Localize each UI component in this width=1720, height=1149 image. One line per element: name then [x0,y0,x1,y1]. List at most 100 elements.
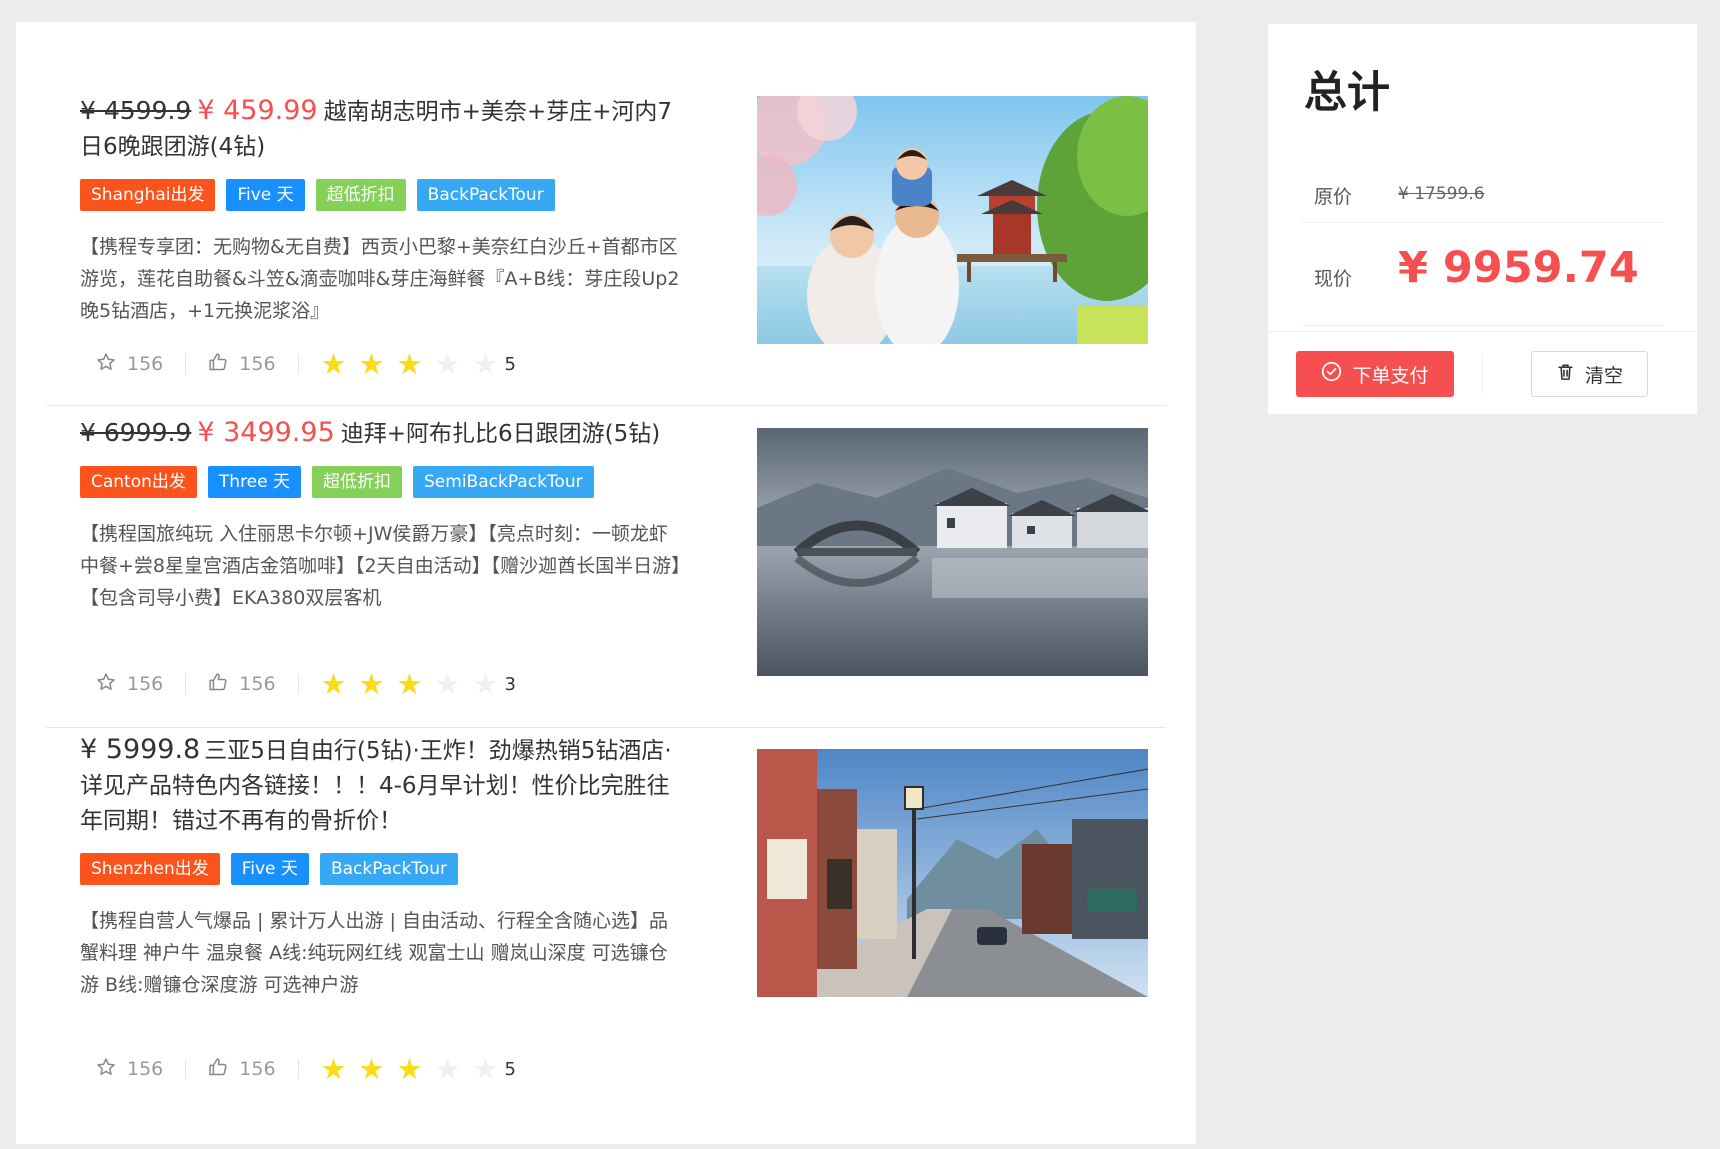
current-price-row: 现价 ¥ 9959.74 [1302,223,1664,326]
clear-button[interactable]: 清空 [1531,351,1648,397]
destination-photo[interactable] [757,96,1148,344]
like-action[interactable]: 156 [208,672,276,697]
old-price: ¥ 6999.9 [80,418,192,447]
star-empty-icon[interactable]: ★ [473,349,499,379]
star-empty-icon[interactable]: ★ [435,349,461,379]
tag-days: Five 天 [230,853,309,885]
item-actions: 156 156 ★ ★ ★ ★ ★ 5 [96,1054,516,1084]
original-price-label: 原价 [1314,186,1353,208]
star-empty-icon[interactable]: ★ [473,669,499,699]
tag-departure: Shenzhen出发 [80,853,220,885]
star-filled-icon[interactable]: ★ [397,669,423,699]
tag-tour-type: BackPackTour [416,179,555,211]
favorite-action[interactable]: 156 [96,1057,163,1082]
like-action[interactable]: 156 [208,352,276,377]
divider [297,354,299,374]
star-filled-icon[interactable]: ★ [359,669,385,699]
star-filled-icon[interactable]: ★ [321,1054,347,1084]
favorite-action[interactable]: 156 [96,352,163,377]
divider [1482,355,1483,393]
star-outline-icon [96,672,116,697]
star-empty-icon[interactable]: ★ [435,669,461,699]
star-outline-icon [96,352,116,377]
rating-label: 3 [504,673,516,695]
divider [297,1059,299,1079]
like-count: 156 [239,673,276,695]
star-empty-icon[interactable]: ★ [473,1054,499,1084]
item-actions: 156 156 ★ ★ ★ ★ ★ 5 [96,349,516,379]
tag-departure: Shanghai出发 [80,179,216,211]
star-rating[interactable]: ★ ★ ★ ★ ★ [321,1054,499,1084]
favorite-count: 156 [127,673,164,695]
current-price: ¥ 5999.8 [80,734,201,765]
tag-tour-type: BackPackTour [319,853,458,885]
star-filled-icon[interactable]: ★ [397,349,423,379]
item-title-line: ¥ 5999.8 三亚5日自由行(5钻)·王炸！劲爆热销5钻酒店·详见产品特色内各… [80,732,685,839]
current-price-label: 现价 [1314,268,1353,290]
tag-list: Shanghai出发 Five 天 超低折扣 BackPackTour [80,179,685,211]
pay-button-label: 下单支付 [1352,364,1429,387]
item-title-line: ¥ 4599.9 ¥ 459.99 越南胡志明市+美奈+芽庄+河内7日6晚跟团游(4… [80,93,685,165]
tag-list: Canton出发 Three 天 超低折扣 SemiBackPackTour [80,466,685,498]
star-rating[interactable]: ★ ★ ★ ★ ★ [321,669,499,699]
star-filled-icon[interactable]: ★ [397,1054,423,1084]
tag-discount: 超低折扣 [315,179,406,211]
tag-discount: 超低折扣 [312,466,403,498]
list-item: ¥ 5999.8 三亚5日自由行(5钻)·王炸！劲爆热销5钻酒店·详见产品特色内各… [46,728,1166,1118]
item-title-line: ¥ 6999.9 ¥ 3499.95 迪拜+阿布扎比6日跟团游(5钻) [80,415,685,452]
thumbs-up-icon [208,352,228,377]
item-content: ¥ 6999.9 ¥ 3499.95 迪拜+阿布扎比6日跟团游(5钻) Canton… [80,415,685,614]
rating-label: 5 [504,353,516,375]
item-title[interactable]: 迪拜+阿布扎比6日跟团游(5钻) [341,421,660,447]
star-outline-icon [96,1057,116,1082]
destination-photo[interactable] [757,428,1148,676]
favorite-action[interactable]: 156 [96,672,163,697]
check-circle-icon [1321,361,1342,387]
destination-photo[interactable] [757,749,1148,997]
star-empty-icon[interactable]: ★ [435,1054,461,1084]
divider [185,1059,187,1079]
item-description: 【携程国旅纯玩 入住丽思卡尔顿+JW侯爵万豪】【亮点时刻：一顿龙虾中餐+尝8星皇… [80,523,681,609]
divider [1268,331,1697,332]
divider [185,674,187,694]
item-content: ¥ 5999.8 三亚5日自由行(5钻)·王炸！劲爆热销5钻酒店·详见产品特色内各… [80,732,685,1001]
trash-icon [1556,362,1575,387]
item-content: ¥ 4599.9 ¥ 459.99 越南胡志明市+美奈+芽庄+河内7日6晚跟团游(4… [80,93,685,327]
order-summary-card: 总计 原价 ¥ 17599.6 现价 ¥ 9959.74 下单支付 清空 [1268,24,1697,414]
tag-list: Shenzhen出发 Five 天 BackPackTour [80,853,685,885]
original-price-value: ¥ 17599.6 [1398,184,1485,204]
item-actions: 156 156 ★ ★ ★ ★ ★ 3 [96,669,516,699]
current-price: ¥ 459.99 [197,95,318,126]
thumbs-up-icon [208,1057,228,1082]
rating-label: 5 [504,1058,516,1080]
list-item: ¥ 6999.9 ¥ 3499.95 迪拜+阿布扎比6日跟团游(5钻) Canton… [46,406,1166,728]
summary-title: 总计 [1304,68,1390,118]
like-count: 156 [239,353,276,375]
list-item: ¥ 4599.9 ¥ 459.99 越南胡志明市+美奈+芽庄+河内7日6晚跟团游(4… [46,48,1166,406]
star-filled-icon[interactable]: ★ [359,1054,385,1084]
divider [297,674,299,694]
like-action[interactable]: 156 [208,1057,276,1082]
product-list-card: ¥ 4599.9 ¥ 459.99 越南胡志明市+美奈+芽庄+河内7日6晚跟团游(4… [16,22,1196,1144]
star-filled-icon[interactable]: ★ [321,669,347,699]
star-rating[interactable]: ★ ★ ★ ★ ★ [321,349,499,379]
star-filled-icon[interactable]: ★ [321,349,347,379]
item-description: 【携程专享团：无购物&无自费】西贡小巴黎+美奈红白沙丘+首都市区游览，莲花自助餐… [80,236,680,322]
like-count: 156 [239,1058,276,1080]
current-price-value: ¥ 9959.74 [1398,243,1639,293]
thumbs-up-icon [208,672,228,697]
tag-days: Five 天 [226,179,305,211]
original-price-row: 原价 ¥ 17599.6 [1302,134,1664,223]
clear-button-label: 清空 [1584,364,1623,387]
item-description: 【携程自营人气爆品 | 累计万人出游 | 自由活动、行程全含随心选】品蟹料理 神… [80,910,668,996]
divider [185,354,187,374]
old-price: ¥ 4599.9 [80,96,192,125]
tag-tour-type: SemiBackPackTour [413,466,594,498]
favorite-count: 156 [127,353,164,375]
favorite-count: 156 [127,1058,164,1080]
star-filled-icon[interactable]: ★ [359,349,385,379]
current-price: ¥ 3499.95 [197,417,335,448]
tag-departure: Canton出发 [80,466,197,498]
tag-days: Three 天 [207,466,302,498]
pay-button[interactable]: 下单支付 [1296,351,1454,397]
